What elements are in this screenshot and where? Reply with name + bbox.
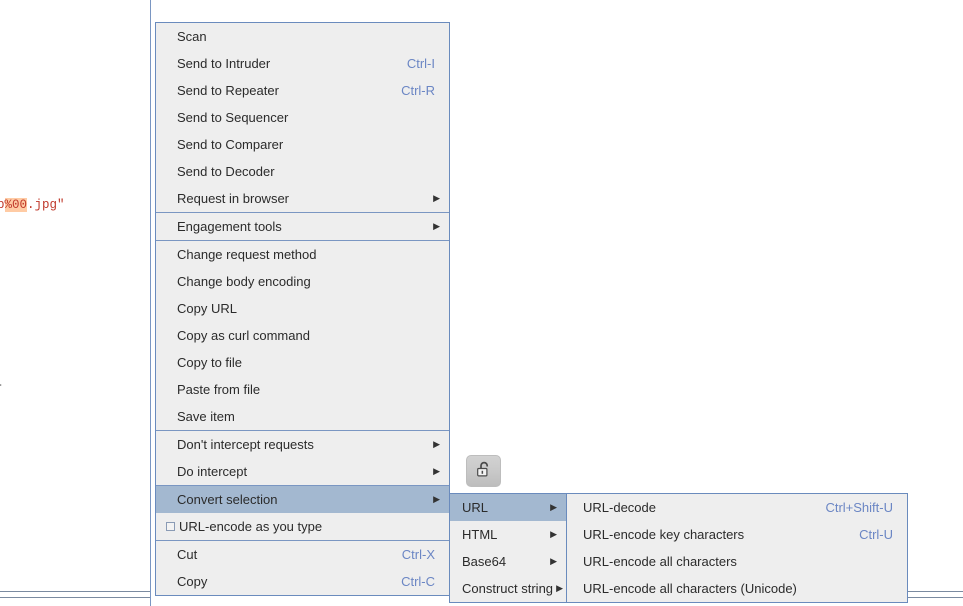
submenu-arrow-icon: ▶ <box>433 494 440 504</box>
status-rule-right-bottom <box>908 597 963 598</box>
unlocked-padlock-icon <box>475 461 492 482</box>
code-fragment-top: ; <box>0 52 2 66</box>
menu-item-label: Send to Repeater <box>177 83 279 98</box>
menu-item-label: URL-encode all characters (Unicode) <box>583 581 797 596</box>
lock-toggle-button[interactable] <box>466 455 501 487</box>
code-fragment-dash: - <box>0 378 3 392</box>
submenu-arrow-icon: ▶ <box>433 193 440 203</box>
menu-item-label: Do intercept <box>177 464 248 479</box>
code-fragment-filename: php%00.jpg" <box>0 198 65 212</box>
menu-item-url-encode-as-you-type[interactable]: URL-encode as you type <box>156 513 449 540</box>
menu-item-url-decode[interactable]: URL-decode Ctrl+Shift-U <box>567 494 907 521</box>
menu-item-construct-string[interactable]: Construct string ▶ <box>450 575 566 602</box>
submenu-url-conversions[interactable]: URL-decode Ctrl+Shift-U URL-encode key cha… <box>566 493 908 603</box>
menu-item-shortcut: Ctrl-R <box>401 83 435 98</box>
menu-item-label: Send to Intruder <box>177 56 271 71</box>
menu-item-don-t-intercept-requests[interactable]: Don't intercept requests ▶ <box>156 431 449 458</box>
checkbox-url-encode-as-you-type[interactable] <box>166 522 175 531</box>
menu-item-label: Paste from file <box>177 382 261 397</box>
menu-item-label: URL-decode <box>583 500 656 515</box>
menu-item-html[interactable]: HTML ▶ <box>450 521 566 548</box>
menu-item-do-intercept[interactable]: Do intercept ▶ <box>156 458 449 485</box>
menu-item-scan[interactable]: Scan <box>156 23 449 50</box>
menu-item-label: Request in browser <box>177 191 289 206</box>
code-text-highlight-nullbyte: %00 <box>4 198 28 212</box>
menu-item-send-to-sequencer[interactable]: Send to Sequencer <box>156 104 449 131</box>
menu-item-label: Base64 <box>462 554 507 569</box>
menu-item-label: Copy <box>177 574 208 589</box>
menu-item-copy-to-file[interactable]: Copy to file <box>156 349 449 376</box>
menu-item-copy-url[interactable]: Copy URL <box>156 295 449 322</box>
submenu-arrow-icon: ▶ <box>433 439 440 449</box>
menu-item-label: URL-encode key characters <box>583 527 745 542</box>
status-rule-left-top <box>0 591 150 592</box>
menu-item-copy-as-curl-command[interactable]: Copy as curl command <box>156 322 449 349</box>
menu-item-shortcut: Ctrl-U <box>859 527 893 542</box>
menu-item-label: Copy URL <box>177 301 237 316</box>
menu-item-label: Don't intercept requests <box>177 437 314 452</box>
menu-item-label: URL <box>462 500 489 515</box>
submenu-arrow-icon: ▶ <box>433 221 440 231</box>
menu-item-label: Engagement tools <box>177 219 282 234</box>
menu-item-label: Save item <box>177 409 235 424</box>
submenu-arrow-icon: ▶ <box>433 466 440 476</box>
menu-item-url-encode-all-characters-unicode[interactable]: URL-encode all characters (Unicode) <box>567 575 907 602</box>
code-text-suffix: .jpg" <box>27 198 65 212</box>
menu-item-shortcut: Ctrl+Shift-U <box>825 500 893 515</box>
menu-item-label: HTML <box>462 527 498 542</box>
menu-item-label: Scan <box>177 29 207 44</box>
submenu-arrow-icon: ▶ <box>550 556 557 566</box>
menu-item-label: Copy to file <box>177 355 243 370</box>
submenu-arrow-icon: ▶ <box>550 502 557 512</box>
status-rule-left-bottom <box>0 597 150 598</box>
code-text-prefix: php <box>0 198 5 212</box>
menu-item-label: Change request method <box>177 247 317 262</box>
panel-divider <box>150 0 151 606</box>
menu-item-label: Cut <box>177 547 198 562</box>
menu-item-base64[interactable]: Base64 ▶ <box>450 548 566 575</box>
menu-item-paste-from-file[interactable]: Paste from file <box>156 376 449 403</box>
menu-item-shortcut: Ctrl-I <box>406 56 435 71</box>
menu-item-send-to-comparer[interactable]: Send to Comparer <box>156 131 449 158</box>
menu-item-label: URL-encode as you type <box>179 519 323 534</box>
menu-item-change-body-encoding[interactable]: Change body encoding <box>156 268 449 295</box>
menu-item-cut[interactable]: Cut Ctrl-X <box>156 541 449 568</box>
menu-item-convert-selection[interactable]: Convert selection ▶ <box>156 486 449 513</box>
menu-item-url-encode-all-characters[interactable]: URL-encode all characters <box>567 548 907 575</box>
menu-item-url-encode-key-characters[interactable]: URL-encode key characters Ctrl-U <box>567 521 907 548</box>
context-menu[interactable]: Scan Send to Intruder Ctrl-I Send to Repeat… <box>155 22 450 596</box>
menu-item-send-to-repeater[interactable]: Send to Repeater Ctrl-R <box>156 77 449 104</box>
menu-item-label: Send to Comparer <box>177 137 284 152</box>
menu-item-label: Send to Decoder <box>177 164 275 179</box>
menu-item-send-to-intruder[interactable]: Send to Intruder Ctrl-I <box>156 50 449 77</box>
menu-item-request-in-browser[interactable]: Request in browser ▶ <box>156 185 449 212</box>
menu-item-url[interactable]: URL ▶ <box>450 494 566 521</box>
menu-item-label: Convert selection <box>177 492 278 507</box>
menu-item-label: Copy as curl command <box>177 328 310 343</box>
menu-item-engagement-tools[interactable]: Engagement tools ▶ <box>156 213 449 240</box>
menu-item-change-request-method[interactable]: Change request method <box>156 241 449 268</box>
menu-item-label: Change body encoding <box>177 274 311 289</box>
submenu-convert-selection[interactable]: URL ▶ HTML ▶ Base64 ▶ Construct string ▶ <box>449 493 567 603</box>
submenu-arrow-icon: ▶ <box>556 583 564 593</box>
submenu-arrow-icon: ▶ <box>550 529 557 539</box>
menu-item-label: Construct string <box>462 581 554 596</box>
menu-item-label: Send to Sequencer <box>177 110 289 125</box>
menu-item-send-to-decoder[interactable]: Send to Decoder <box>156 158 449 185</box>
menu-item-copy[interactable]: Copy Ctrl-C <box>156 568 449 595</box>
menu-item-shortcut: Ctrl-X <box>401 547 435 562</box>
menu-item-shortcut: Ctrl-C <box>401 574 435 589</box>
menu-item-label: URL-encode all characters <box>583 554 737 569</box>
menu-item-save-item[interactable]: Save item <box>156 403 449 430</box>
status-rule-right-top <box>908 591 963 592</box>
